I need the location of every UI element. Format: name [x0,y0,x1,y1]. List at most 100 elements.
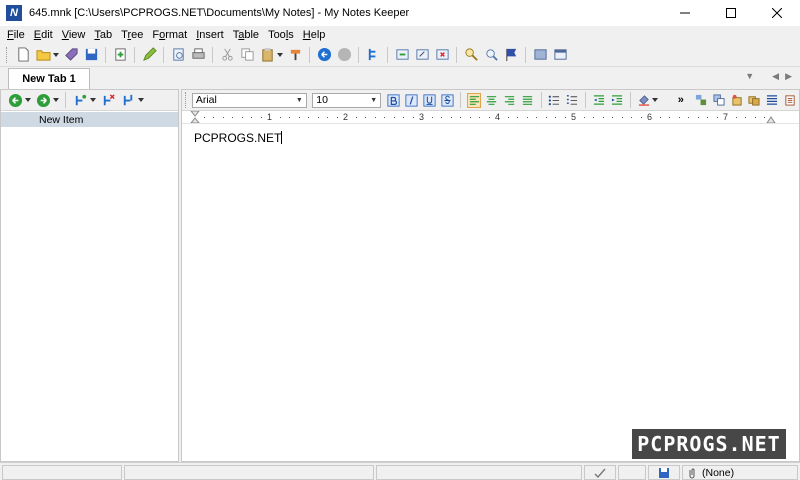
tab-navigation: ▼ ◀ ▶ [745,71,792,82]
attachments-button[interactable] [748,93,762,108]
properties-button[interactable] [63,47,79,63]
forward-dropdown[interactable] [53,92,59,108]
spellcheck-status[interactable] [584,465,616,480]
font-size-select[interactable]: 10 ▼ [312,92,382,108]
highlight-button[interactable] [637,93,651,108]
menu-item-tools[interactable]: Tools [268,29,294,41]
italic-button[interactable] [405,93,419,108]
ruler-tick [754,117,756,118]
undo-button[interactable] [316,47,332,63]
options-window-icon [553,49,567,60]
close-button[interactable] [754,0,800,26]
bullets-button[interactable] [547,93,561,108]
edit-item-button[interactable] [141,47,157,63]
tab-scroll-right-icon[interactable]: ▶ [785,71,792,82]
menu-item-tab[interactable]: Tab [94,29,112,41]
numbering-button[interactable] [565,93,579,108]
tab-scroll-left-icon[interactable]: ◀ [772,71,779,82]
increase-indent-button[interactable] [610,93,624,108]
font-family-select[interactable]: Arial ▼ [191,92,307,108]
new-button[interactable] [15,47,31,63]
left-indent-marker-icon[interactable] [190,111,200,123]
ruler-number: 6 [647,112,653,122]
bold-button[interactable] [387,93,401,108]
document-text: PCPROGS.NET [194,131,282,145]
back-button[interactable] [7,92,23,108]
edit-note-button[interactable] [414,47,430,63]
ruler-tick [374,117,376,118]
bookmark-button[interactable] [503,47,519,63]
menu-item-edit[interactable]: Edit [34,29,53,41]
document-body[interactable]: PCPROGS.NET [182,124,799,145]
ruler-tick [336,117,338,118]
print-preview-button[interactable] [170,47,186,63]
insert-item-button[interactable] [394,47,410,63]
format-painter-button[interactable] [287,47,303,63]
justify-button[interactable] [521,93,535,108]
add-item-button[interactable] [112,47,128,63]
toolbar-grip[interactable] [185,92,188,108]
add-tree-item-button[interactable] [72,92,88,108]
find-next-icon [485,49,498,61]
delete-tree-item-button[interactable] [100,92,116,108]
toolbar-separator [309,46,310,63]
checklist-button[interactable] [765,93,779,108]
book-button[interactable] [532,47,548,63]
find-button[interactable] [463,47,479,63]
underline-button[interactable] [422,93,436,108]
add-tree-item-dropdown[interactable] [90,92,96,108]
move-tree-item-dropdown[interactable] [138,92,144,108]
attachment-status[interactable]: (None) [682,465,798,480]
move-tree-item-button[interactable] [120,92,136,108]
options-button[interactable] [552,47,568,63]
minimize-button[interactable] [662,0,708,26]
paste-button[interactable] [259,47,275,63]
ruler-tick [640,117,642,118]
menu-item-table[interactable]: Table [233,29,259,41]
tab-new-tab-1[interactable]: New Tab 1 [8,68,90,89]
menu-item-tree[interactable]: Tree [121,29,143,41]
menu-item-insert[interactable]: Insert [196,29,224,41]
flag-icon [505,48,516,62]
align-left-button[interactable] [467,92,482,108]
align-center-icon [487,95,497,105]
align-center-button[interactable] [485,93,499,108]
ruler-tick [412,117,414,118]
find-next-button[interactable] [483,47,499,63]
clipboard-item-button[interactable] [783,93,797,108]
menu-item-help[interactable]: Help [303,29,326,41]
right-indent-marker-icon[interactable] [766,113,776,123]
copy-item-button[interactable] [712,93,726,108]
toolbar-grip[interactable] [6,46,9,63]
highlight-dropdown[interactable] [652,92,659,108]
forward-button[interactable] [35,92,51,108]
maximize-button[interactable] [708,0,754,26]
redo-button[interactable] [336,47,352,63]
tree-view-button[interactable] [365,47,381,63]
menu-item-file[interactable]: File [7,29,25,41]
decrease-indent-button[interactable] [592,93,606,108]
ruler-tick [384,117,385,118]
back-dropdown[interactable] [25,92,31,108]
print-button[interactable] [190,47,206,63]
toolbar-overflow-button[interactable]: » [673,92,688,108]
copy-button[interactable] [239,47,255,63]
sort-button[interactable] [694,93,708,108]
new-child-button[interactable] [730,93,744,108]
underline-icon [423,93,436,107]
menu-label-part: s [288,28,294,41]
menu-item-format[interactable]: Format [152,29,187,41]
save-button[interactable] [83,47,99,63]
tab-list-dropdown-icon[interactable]: ▼ [745,71,754,82]
open-button[interactable] [35,47,51,63]
menu-label-part: rmat [165,28,188,41]
strikethrough-button[interactable] [440,93,454,108]
delete-item-button[interactable] [434,47,450,63]
menu-item-view[interactable]: View [62,29,86,41]
cut-button[interactable] [219,47,235,63]
tree-item[interactable]: New Item [1,112,178,127]
align-right-button[interactable] [503,93,517,108]
paste-dropdown[interactable] [277,47,283,63]
tree-item-label: New Item [39,113,84,126]
open-dropdown[interactable] [53,47,59,63]
